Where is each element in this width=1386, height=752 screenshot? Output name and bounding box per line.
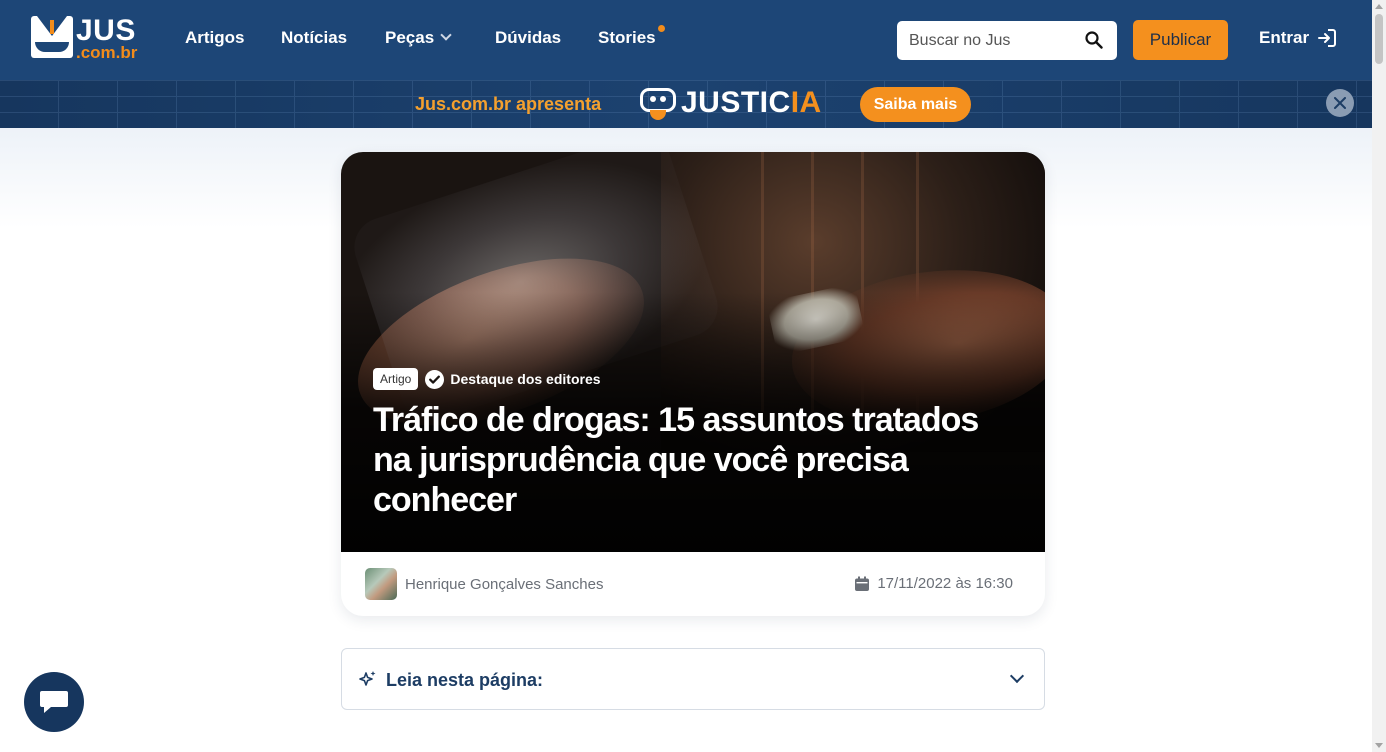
chevron-down-icon — [1009, 668, 1025, 684]
promo-text: Jus.com.br apresenta — [415, 94, 602, 114]
check-icon — [425, 369, 445, 389]
article-byline: Henrique Gonçalves Sanches 17/11/2022 às… — [341, 552, 1045, 616]
toc-accordion[interactable]: Leia nesta página: — [341, 648, 1045, 710]
search-bar — [897, 21, 1117, 60]
avatar[interactable] — [365, 568, 397, 600]
chat-button[interactable] — [24, 672, 84, 732]
top-navbar: JUS .com.br Artigos Notícias Peças Dúvid… — [0, 0, 1372, 80]
justicia-promo-banner: Jus.com.br apresenta JUSTICIA Saiba mais — [0, 80, 1372, 128]
robot-icon — [638, 84, 678, 122]
toc-label: Leia nesta página: — [386, 670, 544, 690]
justicia-word-white: JUSTIC — [681, 86, 791, 119]
nav-item-pecas-label: Peças — [385, 28, 435, 47]
logo-name: JUS — [76, 14, 136, 47]
article-cover-image: Artigo Destaque dos editores Tráfico de … — [341, 152, 1045, 552]
nav-item-duvidas[interactable]: Dúvidas — [495, 28, 561, 48]
search-input[interactable] — [909, 31, 1084, 50]
publish-date: 17/11/2022 às 16:30 — [877, 575, 1013, 592]
publish-button[interactable]: Publicar — [1133, 20, 1228, 60]
close-icon[interactable] — [1326, 89, 1354, 117]
login-icon — [1318, 29, 1337, 47]
nav-item-stories[interactable]: Stories — [598, 25, 665, 48]
page-scrollbar[interactable] — [1372, 0, 1386, 752]
author-name[interactable]: Henrique Gonçalves Sanches — [405, 576, 603, 593]
jus-logo[interactable]: JUS .com.br — [31, 16, 137, 61]
nav-item-noticias[interactable]: Notícias — [281, 28, 347, 48]
justicia-logo: JUSTICIA — [638, 84, 822, 122]
nav-item-pecas[interactable]: Peças — [385, 28, 452, 48]
logo-mark-icon — [31, 16, 73, 58]
article-hero-card: Artigo Destaque dos editores Tráfico de … — [341, 152, 1045, 616]
nav-item-stories-label: Stories — [598, 28, 656, 47]
article-meta: Artigo Destaque dos editores — [373, 368, 601, 390]
login-button[interactable]: Entrar — [1259, 28, 1337, 48]
logo-domain: .com.br — [76, 43, 138, 62]
new-indicator-dot — [657, 25, 665, 32]
sparkle-icon — [359, 671, 376, 686]
article-title: Tráfico de drogas: 15 assuntos tratados … — [373, 401, 979, 519]
article-type-tag[interactable]: Artigo — [373, 368, 419, 390]
scrollbar-thumb[interactable] — [1375, 14, 1383, 64]
calendar-icon — [855, 576, 870, 591]
search-icon[interactable] — [1085, 31, 1103, 54]
chevron-down-icon — [440, 29, 452, 41]
scroll-down-icon[interactable] — [1375, 743, 1383, 748]
featured-label: Destaque dos editores — [450, 371, 601, 387]
saiba-mais-button[interactable]: Saiba mais — [860, 87, 971, 122]
scroll-up-icon[interactable] — [1375, 4, 1383, 9]
login-label: Entrar — [1259, 28, 1310, 47]
justicia-word-orange: IA — [790, 86, 822, 119]
chat-icon — [40, 691, 68, 713]
nav-item-artigos[interactable]: Artigos — [185, 28, 245, 48]
